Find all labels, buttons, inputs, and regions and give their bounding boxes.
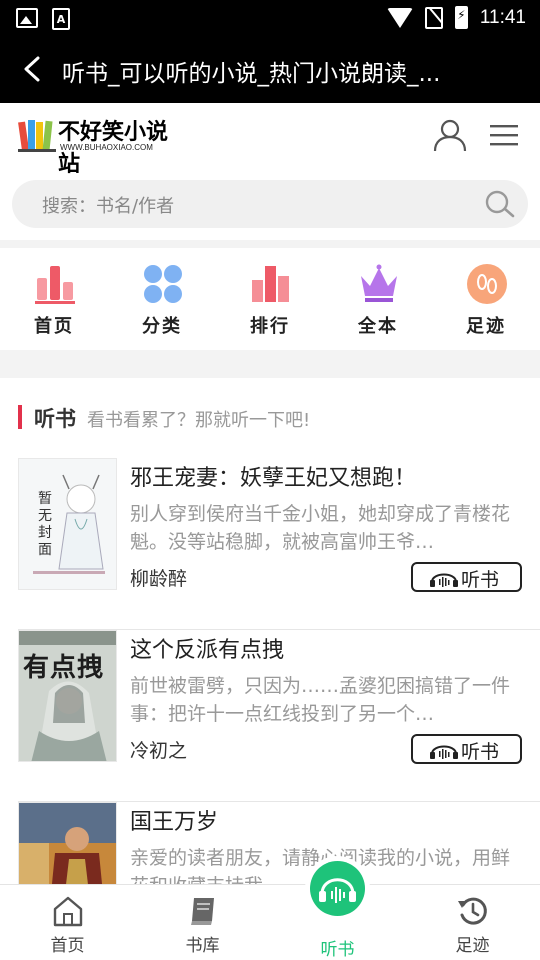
- bar-chart-icon: [35, 266, 75, 304]
- active-tab-circle: [310, 861, 365, 916]
- section-subtitle: 看书看累了？那就听一下吧!: [87, 410, 311, 431]
- category-classify[interactable]: 分类: [108, 248, 216, 350]
- category-label: 足迹: [466, 316, 506, 337]
- search-placeholder: 搜索：书名/作者: [42, 196, 175, 217]
- section-accent-bar: [18, 405, 22, 429]
- menu-icon[interactable]: [487, 123, 521, 147]
- status-time: 11:41: [479, 6, 526, 28]
- book-cover[interactable]: 暂无封面: [18, 458, 117, 590]
- battery-charging-icon: [454, 6, 468, 29]
- category-home[interactable]: 首页: [0, 248, 108, 350]
- history-icon: [457, 897, 487, 925]
- category-label: 分类: [142, 316, 182, 337]
- site-logo[interactable]: 不好笑小说站 WWW.BUHAOXIAO.COM: [18, 112, 178, 177]
- tab-history[interactable]: 足迹: [405, 885, 540, 960]
- section-title: 听书: [34, 407, 76, 431]
- category-nav: 首页 分类 排行 全本 足迹: [0, 248, 540, 350]
- logo-url: WWW.BUHAOXIAO.COM: [60, 143, 153, 152]
- list-item[interactable]: 暂无封面 邪王宠妻：妖孽王妃又想跑！ 别人穿到侯府当千金小姐，她却穿成了青楼花魁…: [18, 458, 540, 630]
- wifi-icon: [386, 7, 413, 28]
- category-label: 首页: [34, 316, 74, 337]
- books-logo-icon: [18, 120, 56, 152]
- bottom-nav: 首页 书库 听书 足迹: [0, 861, 540, 960]
- cover-image-icon: [19, 459, 116, 589]
- category-label: 全本: [358, 316, 398, 337]
- headphones-icon: [430, 573, 458, 587]
- listen-button[interactable]: 听书: [411, 734, 522, 764]
- title-bar: 听书_可以听的小说_热门小说朗读_...: [0, 37, 540, 103]
- grid-dots-icon: [144, 265, 182, 303]
- status-bar: A 11:41: [0, 0, 540, 37]
- crown-icon: [361, 264, 397, 302]
- book-title[interactable]: 邪王宠妻：妖孽王妃又想跑！: [130, 460, 416, 492]
- headphones-icon: [319, 878, 356, 903]
- page-title: 听书_可以听的小说_热门小说朗读_...: [62, 61, 441, 87]
- tab-label: 首页: [50, 936, 85, 956]
- image-notification-icon: [16, 8, 38, 28]
- search-icon[interactable]: [484, 189, 516, 219]
- book-description: 前世被雷劈，只因为……孟婆犯困搞错了一件事：把许十一点红线投到了另一个…: [130, 675, 511, 725]
- back-arrow-icon[interactable]: [20, 56, 46, 82]
- book-title[interactable]: 国王万岁: [130, 804, 218, 836]
- ranking-bars-icon: [252, 266, 289, 302]
- category-footprints[interactable]: 足迹: [432, 248, 540, 350]
- list-item[interactable]: 有点拽 这个反派有点拽 前世被雷劈，只因为……孟婆犯困搞错了一件事：把许十一点红…: [18, 630, 540, 802]
- listen-button-label: 听书: [461, 569, 500, 591]
- cover-placeholder-text: 暂无封面: [38, 491, 52, 558]
- tab-home[interactable]: 首页: [0, 885, 135, 960]
- book-author: 柳龄醉: [130, 568, 188, 590]
- user-icon[interactable]: [432, 117, 468, 153]
- tab-library[interactable]: 书库: [135, 885, 270, 960]
- divider-band: [0, 240, 540, 248]
- listen-button[interactable]: 听书: [411, 562, 522, 592]
- site-header: 不好笑小说站 WWW.BUHAOXIAO.COM: [0, 103, 540, 177]
- tab-label: 书库: [185, 936, 220, 956]
- home-icon: [53, 896, 82, 927]
- tab-label: 足迹: [455, 936, 490, 956]
- listen-button-label: 听书: [461, 741, 500, 763]
- category-ranking[interactable]: 排行: [216, 248, 324, 350]
- search-input[interactable]: 搜索：书名/作者: [12, 180, 528, 228]
- book-icon: [190, 898, 214, 925]
- headphones-icon: [430, 745, 458, 759]
- book-title[interactable]: 这个反派有点拽: [130, 632, 284, 664]
- cover-title-text: 有点拽: [23, 653, 105, 683]
- divider-band: [0, 350, 540, 378]
- book-description: 别人穿到侯府当千金小姐，她却穿成了青楼花魁。没等站稳脚，就被高富帅王爷…: [130, 503, 511, 553]
- category-complete[interactable]: 全本: [324, 248, 432, 350]
- footprints-icon: [467, 264, 507, 304]
- tab-label: 听书: [320, 940, 355, 960]
- book-cover[interactable]: 有点拽: [18, 630, 117, 762]
- category-label: 排行: [250, 316, 290, 337]
- book-author: 冷初之: [130, 740, 188, 762]
- no-sim-icon: [424, 6, 443, 29]
- tab-audiobook[interactable]: 听书: [270, 861, 405, 960]
- a-notification-icon: A: [52, 8, 70, 30]
